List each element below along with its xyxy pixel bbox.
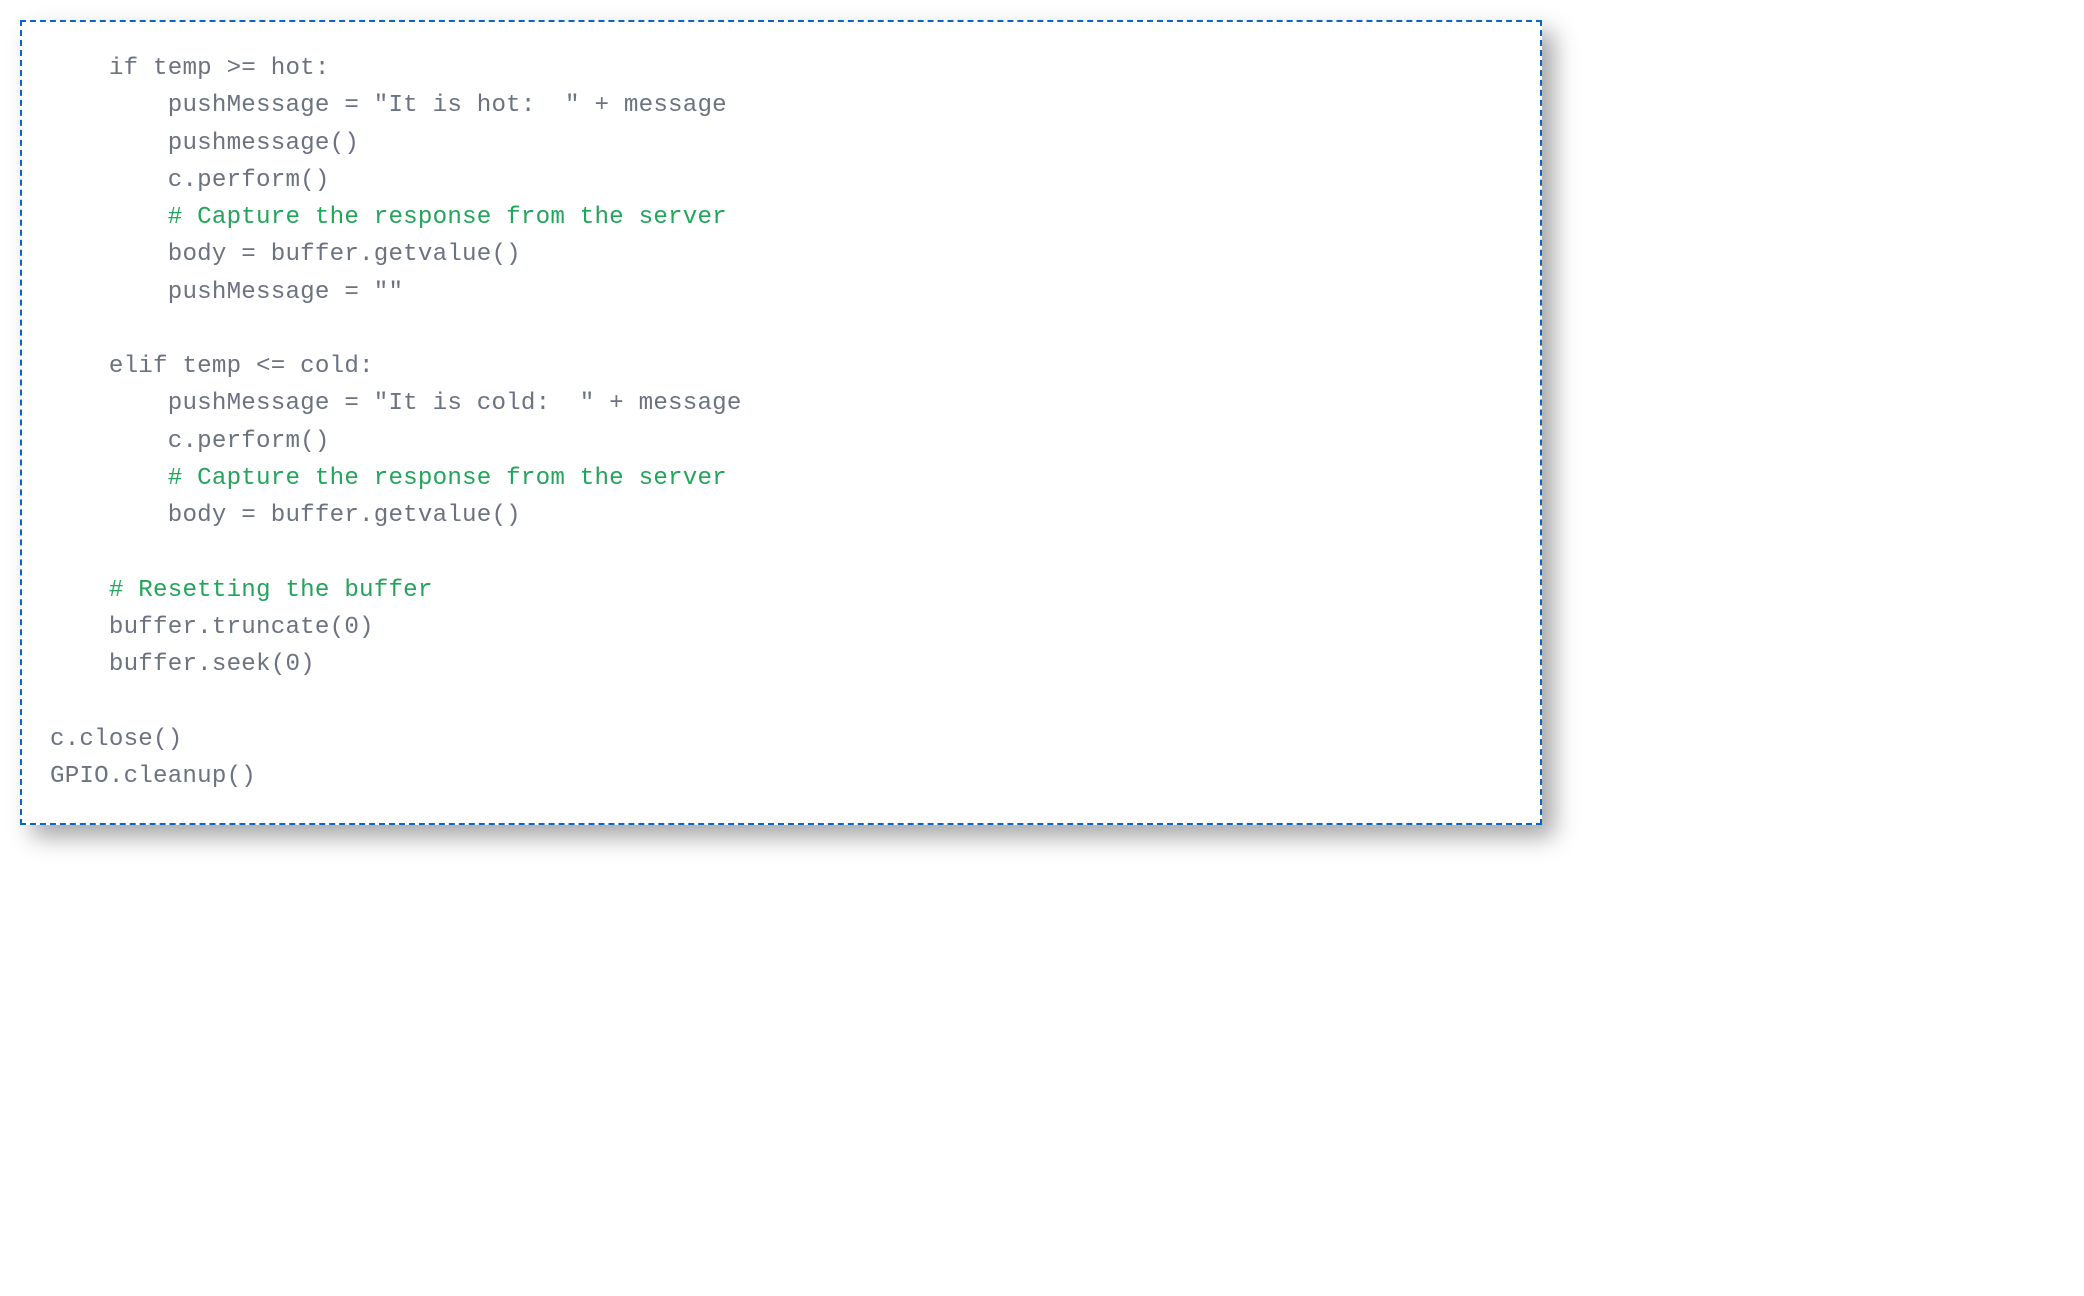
code-token: if temp >= hot: (109, 55, 330, 82)
code-token: elif temp <= cold: (109, 353, 374, 380)
code-token: c.perform() (168, 428, 330, 455)
code-token: pushmessage() (168, 130, 359, 157)
code-token: GPIO.cleanup() (50, 763, 256, 790)
code-token: c.perform() (168, 167, 330, 194)
code-token: buffer.seek(0) (109, 651, 315, 678)
code-token: # Capture the response from the server (168, 204, 727, 231)
code-token: pushMessage = "It is hot: " + message (168, 92, 727, 119)
code-token: pushMessage = "It is cold: " + message (168, 390, 742, 417)
code-token: c.close() (50, 726, 182, 753)
code-token: body = buffer.getvalue() (168, 241, 521, 268)
code-token: body = buffer.getvalue() (168, 502, 521, 529)
code-token: pushMessage = "" (168, 279, 403, 306)
code-token: # Capture the response from the server (168, 465, 727, 492)
code-token: # Resetting the buffer (109, 577, 433, 604)
code-content: if temp >= hot: pushMessage = "It is hot… (50, 50, 1516, 795)
code-token: buffer.truncate(0) (109, 614, 374, 641)
code-snippet-box: if temp >= hot: pushMessage = "It is hot… (20, 20, 1542, 825)
